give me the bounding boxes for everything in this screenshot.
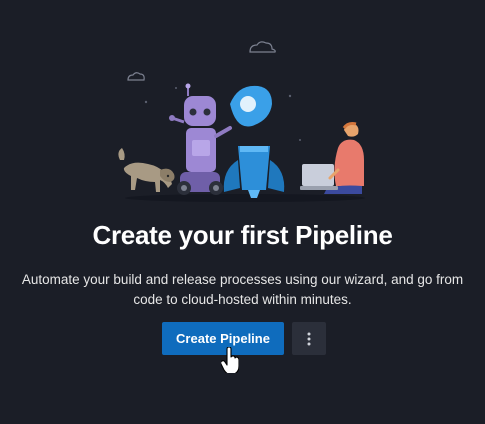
pipeline-illustration — [118, 41, 365, 202]
cloud-icon — [249, 41, 276, 53]
page-title: Create your first Pipeline — [92, 220, 393, 250]
more-vertical-icon — [307, 332, 311, 345]
person-with-laptop — [300, 122, 364, 194]
robot — [169, 83, 232, 195]
dog — [118, 148, 175, 192]
page-description: Automate your build and release processe… — [21, 272, 464, 307]
action-bar: Create Pipeline — [162, 322, 326, 355]
more-options-button[interactable] — [292, 322, 326, 355]
rocket — [223, 85, 285, 198]
hand-pointer-cursor-icon — [221, 347, 239, 373]
cloud-icon — [127, 72, 145, 81]
ground-shadow — [125, 194, 365, 202]
